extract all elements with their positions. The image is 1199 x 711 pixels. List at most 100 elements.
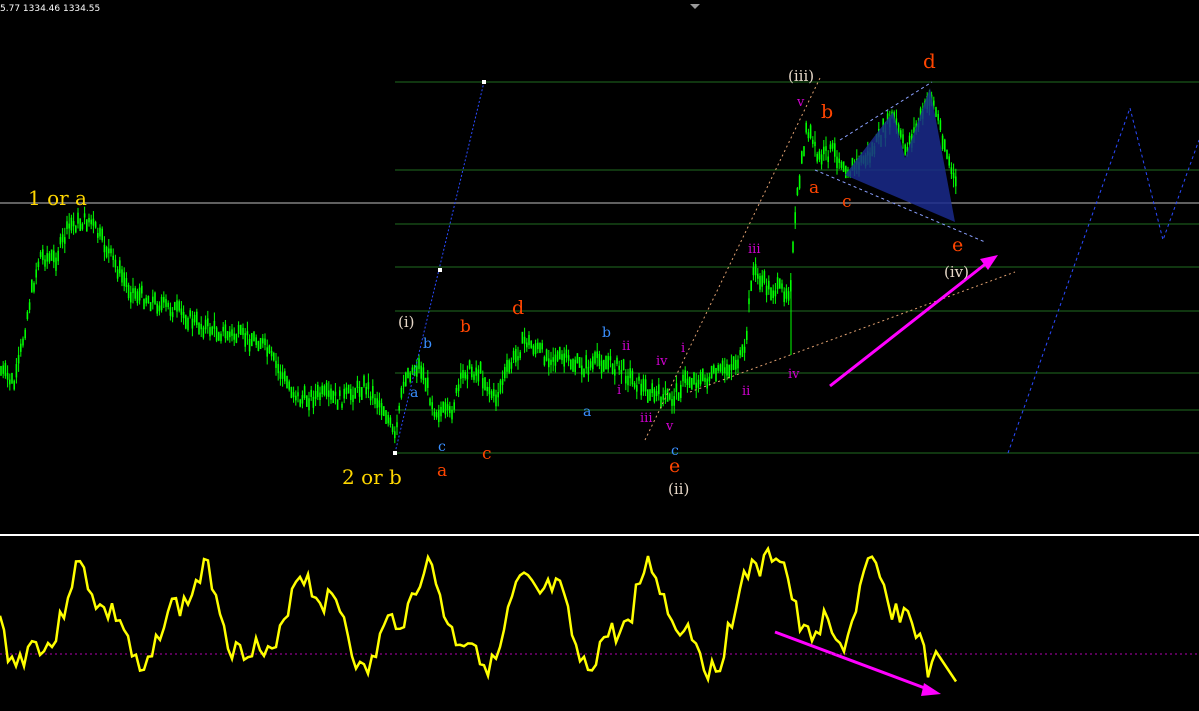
candle-body bbox=[343, 388, 345, 399]
trend-handle[interactable] bbox=[482, 80, 486, 84]
candle-body bbox=[581, 365, 583, 375]
candle-body bbox=[548, 358, 550, 368]
candle-body bbox=[154, 292, 156, 304]
price-chart[interactable]: 1 or a 2 or b (i) (ii) (iii) (iv) a b c … bbox=[0, 0, 1199, 711]
candle-body bbox=[699, 371, 702, 385]
candle-body bbox=[805, 122, 807, 133]
candle-body bbox=[653, 388, 656, 402]
candle-body bbox=[759, 275, 761, 290]
candle-body bbox=[317, 384, 319, 397]
candle-body bbox=[600, 360, 603, 373]
candle-body bbox=[79, 218, 81, 232]
candle-body bbox=[213, 320, 216, 329]
candle-body bbox=[750, 280, 752, 292]
candle-body bbox=[561, 354, 563, 361]
candle-body bbox=[605, 355, 607, 370]
candle-body bbox=[396, 422, 398, 428]
candle-body bbox=[242, 327, 244, 335]
candle-body bbox=[567, 355, 570, 361]
candle-body bbox=[255, 337, 257, 346]
candle-body bbox=[537, 342, 539, 350]
trend-handle[interactable] bbox=[393, 451, 397, 455]
candle-body bbox=[422, 367, 425, 381]
candle-body bbox=[125, 278, 128, 288]
candle-body bbox=[669, 393, 671, 400]
candle-body bbox=[380, 403, 383, 416]
candle-body bbox=[724, 367, 726, 374]
candle-body bbox=[585, 355, 587, 369]
candle-body bbox=[508, 360, 510, 373]
horizontal-levels bbox=[395, 81, 1199, 454]
candle-body bbox=[495, 394, 497, 407]
candle-body bbox=[418, 358, 420, 369]
candle-body bbox=[244, 333, 246, 347]
candle-body bbox=[704, 377, 706, 382]
candle-body bbox=[721, 360, 724, 374]
candle-body bbox=[752, 267, 755, 276]
candle-body bbox=[831, 142, 834, 149]
candle-body bbox=[341, 403, 343, 408]
candle-body bbox=[506, 359, 508, 372]
candle-body bbox=[545, 349, 548, 361]
candle-body bbox=[336, 399, 339, 410]
candle-body bbox=[937, 113, 939, 121]
candle-body bbox=[211, 326, 213, 335]
candle-body bbox=[673, 396, 675, 406]
candle-body bbox=[757, 273, 759, 279]
candle-body bbox=[829, 144, 832, 150]
candle-body bbox=[633, 383, 636, 388]
label-wave-ii: ii bbox=[742, 384, 750, 399]
candle-body bbox=[394, 431, 396, 439]
label-wave-a: a bbox=[437, 461, 447, 481]
candle-body bbox=[444, 402, 447, 415]
candle-body bbox=[347, 384, 350, 394]
candle-body bbox=[801, 151, 803, 164]
candle-body bbox=[167, 302, 169, 308]
candle-body bbox=[389, 417, 392, 426]
candle-body bbox=[163, 296, 165, 303]
candle-body bbox=[825, 146, 827, 151]
candle-body bbox=[266, 347, 268, 357]
candle-body bbox=[574, 359, 576, 373]
candle-body bbox=[424, 377, 427, 392]
candle-body bbox=[31, 279, 33, 293]
candle-body bbox=[541, 343, 543, 350]
label-wave-ii: (ii) bbox=[668, 480, 689, 498]
candle-body bbox=[39, 252, 42, 257]
candle-body bbox=[383, 406, 385, 417]
candle-body bbox=[730, 364, 733, 371]
candle-body bbox=[935, 107, 937, 117]
label-wave-e: e bbox=[952, 234, 963, 256]
candle-body bbox=[0, 366, 2, 376]
candle-body bbox=[75, 225, 77, 233]
candle-body bbox=[710, 366, 713, 379]
candle-body bbox=[328, 390, 330, 397]
candle-body bbox=[44, 259, 46, 267]
candle-body bbox=[578, 357, 581, 368]
candle-body bbox=[794, 212, 796, 224]
candle-body bbox=[658, 384, 660, 395]
candle-body bbox=[356, 380, 359, 389]
candle-body bbox=[378, 400, 381, 408]
candle-body bbox=[308, 398, 310, 411]
candle-body bbox=[374, 398, 376, 405]
candle-body bbox=[160, 297, 163, 310]
candle-body bbox=[257, 341, 260, 351]
candle-body bbox=[339, 390, 341, 397]
candle-body bbox=[143, 298, 145, 310]
candle-body bbox=[697, 379, 700, 388]
candle-body bbox=[717, 365, 719, 371]
candle-body bbox=[787, 291, 790, 301]
candle-body bbox=[358, 386, 361, 397]
candle-body bbox=[196, 311, 198, 325]
candle-body bbox=[695, 382, 697, 389]
candle-body bbox=[554, 354, 557, 366]
candle-body bbox=[523, 336, 526, 344]
scroll-marker-icon[interactable] bbox=[690, 4, 700, 9]
candle-body bbox=[387, 414, 389, 424]
trend-handle[interactable] bbox=[438, 268, 442, 272]
candle-body bbox=[66, 221, 68, 229]
candle-body bbox=[277, 363, 279, 374]
candle-body bbox=[345, 387, 348, 395]
candle-body bbox=[642, 378, 645, 392]
